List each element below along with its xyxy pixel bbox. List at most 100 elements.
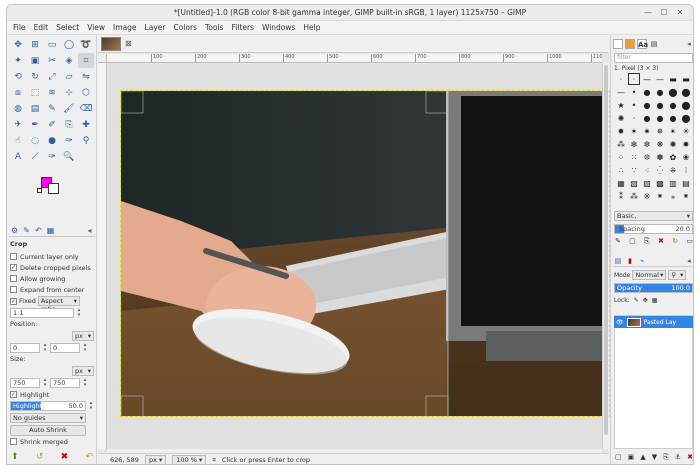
position-unit-combo[interactable]: px ▾ xyxy=(72,331,94,341)
unit-combo[interactable]: px ▾ xyxy=(144,455,167,464)
brush-item[interactable]: ⬤ xyxy=(680,86,692,98)
brush-item[interactable]: ✺ xyxy=(667,138,679,150)
reset-colors-icon[interactable] xyxy=(37,188,42,193)
device-status-tab-icon[interactable]: ✎ xyxy=(21,225,32,236)
horizontal-ruler[interactable]: 100 200 300 400 500 600 700 800 900 1000… xyxy=(107,54,602,63)
vertical-scrollbar[interactable] xyxy=(602,63,609,449)
brush-item[interactable]: ※ xyxy=(641,190,653,202)
duplicate-layer-icon[interactable]: ⎘ xyxy=(663,453,669,462)
brush-item[interactable]: ● xyxy=(654,99,666,111)
color-swatches[interactable] xyxy=(37,175,61,195)
brush-item[interactable]: ⬤ xyxy=(667,86,679,98)
brush-item[interactable]: ★ xyxy=(615,99,627,111)
fuzzy-select-icon[interactable]: ✦ xyxy=(10,53,26,68)
delete-brush-icon[interactable]: ✖ xyxy=(658,237,664,246)
edit-brush-icon[interactable]: ✎ xyxy=(615,237,621,246)
size-height-field[interactable]: 750 xyxy=(50,378,80,388)
brush-item[interactable]: ⁙ xyxy=(628,151,640,163)
document-history-tab-icon[interactable]: ▤ xyxy=(649,39,659,49)
brush-item[interactable]: ⁕ xyxy=(680,190,692,202)
fixed-checkbox[interactable]: ✓ xyxy=(10,297,17,305)
brush-item[interactable]: ✵ xyxy=(654,125,666,137)
allow-growing-checkbox[interactable]: Allow growing xyxy=(10,273,94,284)
tab-menu-icon[interactable]: ◂ xyxy=(84,225,95,236)
position-x-field[interactable]: 0 xyxy=(10,343,40,353)
brush-item[interactable]: ✷ xyxy=(641,125,653,137)
refresh-brushes-icon[interactable]: ↻ xyxy=(672,237,678,246)
brush-item[interactable]: • xyxy=(628,99,640,111)
save-options-icon[interactable]: ⬆ xyxy=(11,452,19,462)
layer-opacity-slider[interactable]: Opacity 100.0 xyxy=(614,283,693,293)
pencil-icon[interactable]: ✎ xyxy=(44,101,60,116)
brush-item[interactable]: ✼ xyxy=(641,138,653,150)
brush-item[interactable]: ▩ xyxy=(654,177,666,189)
brush-item[interactable]: ✿ xyxy=(667,151,679,163)
zoom-combo[interactable]: 100 % ▾ xyxy=(172,455,207,464)
tab-menu-icon[interactable]: ◂ xyxy=(684,257,693,265)
brush-item[interactable]: ▤ xyxy=(680,177,692,189)
tab-menu-icon[interactable]: ◂ xyxy=(684,39,693,49)
highlight-opacity-slider[interactable]: Highlight opacity 50.0 xyxy=(10,401,86,411)
flip-icon[interactable]: ⇋ xyxy=(78,69,94,84)
cage-icon[interactable]: ⬡ xyxy=(78,85,94,100)
menu-image[interactable]: Image xyxy=(109,21,141,34)
brush-item[interactable]: ● xyxy=(654,86,666,98)
brush-grid[interactable]: · · — — ▬ ▬ — • ● ● ⬤ ⬤ ★ • ● ● ● ⬤ ✺ · … xyxy=(615,73,693,208)
brush-item[interactable]: ✺ xyxy=(615,112,627,124)
brush-item[interactable]: ⁂ xyxy=(628,190,640,202)
brush-item[interactable]: ❊ xyxy=(641,151,653,163)
scrollbar-thumb[interactable] xyxy=(604,65,608,435)
fixed-mode-combo[interactable]: Aspect ratio ▾ xyxy=(37,296,80,313)
brush-item[interactable]: ⁎ xyxy=(667,190,679,202)
brush-item[interactable]: ⁘ xyxy=(615,151,627,163)
clone-icon[interactable]: ⎘ xyxy=(61,117,77,132)
visibility-eye-icon[interactable]: 👁 xyxy=(616,319,624,326)
lock-position-icon[interactable]: ✥ xyxy=(643,297,648,304)
current-layer-only-checkbox[interactable]: Current layer only xyxy=(10,251,94,262)
color-picker-icon[interactable]: ⚲ xyxy=(78,133,94,148)
brush-filter-input[interactable]: filter xyxy=(614,53,693,63)
brush-item[interactable]: ● xyxy=(641,99,653,111)
vertical-ruler[interactable] xyxy=(98,63,107,449)
brush-item[interactable]: — xyxy=(654,73,666,85)
size-width-field[interactable]: 750 xyxy=(10,378,40,388)
crop-tool-icon[interactable]: ⌗ xyxy=(78,53,94,68)
checkbox[interactable] xyxy=(10,286,17,293)
handle-transform-icon[interactable]: ⊹ xyxy=(61,85,77,100)
brush-item[interactable]: ▬ xyxy=(680,73,692,85)
paths-tab-icon[interactable]: ⌁ xyxy=(637,257,647,265)
brush-item[interactable]: ⁑ xyxy=(615,190,627,202)
brush-item[interactable]: ⁕ xyxy=(654,190,666,202)
layer-mode-combo[interactable]: Normal ▾ xyxy=(632,270,667,280)
duplicate-brush-icon[interactable]: ⎘ xyxy=(644,237,650,246)
brush-item[interactable]: ∴ xyxy=(615,164,627,176)
channels-tab-icon[interactable]: ▮ xyxy=(625,257,635,265)
menu-view[interactable]: View xyxy=(83,21,109,34)
patterns-tab-icon[interactable] xyxy=(625,38,635,49)
rotate-icon[interactable]: ↻ xyxy=(27,69,43,84)
ellipse-select-icon[interactable]: ◯ xyxy=(61,37,77,52)
blur-icon[interactable]: ◌ xyxy=(27,133,43,148)
brush-item[interactable]: ✹ xyxy=(615,125,627,137)
delete-layer-icon[interactable]: ✖ xyxy=(687,453,693,462)
brush-item[interactable]: ● xyxy=(641,86,653,98)
checkbox-checked[interactable]: ✓ xyxy=(10,391,17,398)
scissors-icon[interactable]: ✂ xyxy=(44,53,60,68)
color-select-icon[interactable]: ▣ xyxy=(27,53,43,68)
expand-from-center-checkbox[interactable]: Expand from center xyxy=(10,284,94,295)
menu-help[interactable]: Help xyxy=(299,21,324,34)
text-tool-icon[interactable]: A xyxy=(10,149,26,164)
reset-options-icon[interactable]: ↶ xyxy=(85,452,93,462)
brush-item[interactable]: ✶ xyxy=(628,125,640,137)
brush-item[interactable]: ❋ xyxy=(654,138,666,150)
menu-edit[interactable]: Edit xyxy=(30,21,53,34)
menu-filters[interactable]: Filters xyxy=(227,21,257,34)
eyedropper-icon[interactable]: ✑ xyxy=(44,149,60,164)
perspective-icon[interactable]: ⧈ xyxy=(10,85,26,100)
brush-item[interactable]: ⬤ xyxy=(680,99,692,111)
layer-list[interactable] xyxy=(614,315,693,449)
checkbox[interactable] xyxy=(10,253,17,260)
close-icon[interactable]: ✕ xyxy=(675,8,685,18)
image-tab-thumbnail[interactable] xyxy=(101,37,121,51)
lock-pixels-icon[interactable]: ✎ xyxy=(634,297,639,304)
